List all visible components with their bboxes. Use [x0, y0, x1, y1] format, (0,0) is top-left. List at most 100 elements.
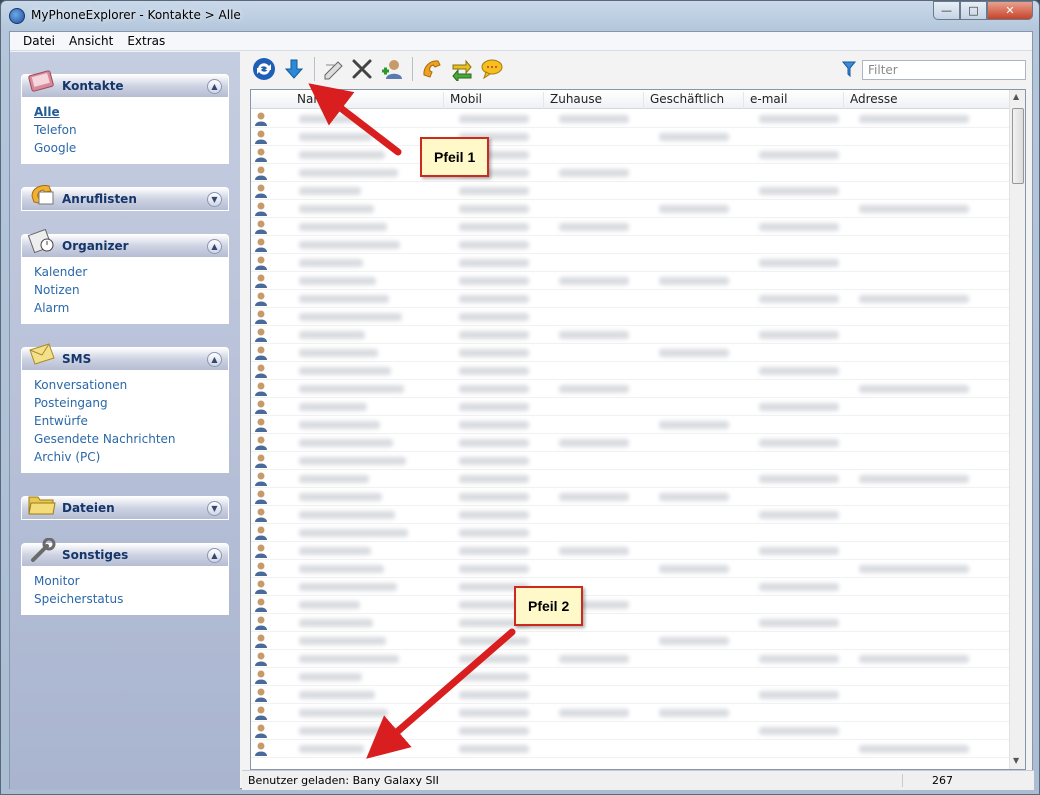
sidebar-item-alarm[interactable]: Alarm — [34, 299, 216, 317]
table-row[interactable] — [251, 362, 1011, 380]
sidebar-item-google[interactable]: Google — [34, 139, 216, 157]
column-header-adresse[interactable]: Adresse — [843, 92, 983, 109]
table-row[interactable] — [251, 524, 1011, 542]
sidebar-item-posteingang[interactable]: Posteingang — [34, 394, 216, 412]
table-row[interactable] — [251, 542, 1011, 560]
scroll-up-icon[interactable]: ▲ — [1013, 92, 1019, 101]
table-row[interactable] — [251, 704, 1011, 722]
panel-header-dateien[interactable]: Dateien ▼ — [21, 496, 229, 520]
chevron-down-icon[interactable]: ▼ — [207, 501, 222, 516]
sidebar-item-gesendete-nachrichten[interactable]: Gesendete Nachrichten — [34, 430, 216, 448]
table-row[interactable] — [251, 614, 1011, 632]
table-row[interactable] — [251, 506, 1011, 524]
table-row[interactable] — [251, 434, 1011, 452]
close-button[interactable]: ✕ — [987, 1, 1033, 20]
menu-ansicht[interactable]: Ansicht — [62, 32, 120, 50]
sidebar-item-kalender[interactable]: Kalender — [34, 263, 216, 281]
scroll-down-icon[interactable]: ▼ — [1013, 756, 1019, 765]
panel-header-kontakte[interactable]: Kontakte ▲ — [21, 70, 229, 98]
table-row[interactable] — [251, 740, 1011, 758]
table-row[interactable] — [251, 200, 1011, 218]
sidebar-item-archiv-pc[interactable]: Archiv (PC) — [34, 448, 216, 466]
table-row[interactable] — [251, 632, 1011, 650]
table-row[interactable] — [251, 308, 1011, 326]
table-row[interactable] — [251, 110, 1011, 128]
chevron-up-icon[interactable]: ▲ — [207, 79, 222, 94]
edit-icon[interactable] — [322, 57, 346, 81]
redacted-cell — [459, 241, 529, 249]
table-row[interactable] — [251, 578, 1011, 596]
table-row[interactable] — [251, 128, 1011, 146]
column-header-geschaeftlich[interactable]: Geschäftlich — [643, 92, 743, 109]
chevron-up-icon[interactable]: ▲ — [207, 352, 222, 367]
table-row[interactable] — [251, 146, 1011, 164]
redacted-cell — [759, 511, 839, 519]
panel-header-sms[interactable]: SMS ▲ — [21, 343, 229, 371]
scroll-thumb[interactable] — [1012, 108, 1024, 184]
contact-count: 267 — [902, 774, 972, 787]
table-row[interactable] — [251, 344, 1011, 362]
column-header-name[interactable]: Name — [291, 92, 441, 109]
chevron-up-icon[interactable]: ▲ — [207, 239, 222, 254]
table-row[interactable] — [251, 488, 1011, 506]
filter-input[interactable]: Filter — [862, 60, 1026, 80]
table-row[interactable] — [251, 272, 1011, 290]
sidebar-item-telefon[interactable]: Telefon — [34, 121, 216, 139]
download-arrow-icon[interactable] — [282, 57, 306, 81]
sidebar-item-monitor[interactable]: Monitor — [34, 572, 216, 590]
minimize-button[interactable]: — — [933, 1, 960, 20]
table-row[interactable] — [251, 164, 1011, 182]
table-row[interactable] — [251, 560, 1011, 578]
redacted-cell — [659, 133, 729, 141]
table-row[interactable] — [251, 380, 1011, 398]
table-row[interactable] — [251, 452, 1011, 470]
menu-datei[interactable]: Datei — [16, 32, 62, 50]
sidebar-item-konversationen[interactable]: Konversationen — [34, 376, 216, 394]
table-row[interactable] — [251, 470, 1011, 488]
table-row[interactable] — [251, 650, 1011, 668]
panel-header-anruflisten[interactable]: Anruflisten ▼ — [21, 185, 229, 211]
table-row[interactable] — [251, 254, 1011, 272]
table-row[interactable] — [251, 722, 1011, 740]
table-row[interactable] — [251, 290, 1011, 308]
panel-header-organizer[interactable]: Organizer ▲ — [21, 229, 229, 258]
delete-icon[interactable] — [350, 57, 374, 81]
table-row[interactable] — [251, 236, 1011, 254]
table-row[interactable] — [251, 218, 1011, 236]
table-row[interactable] — [251, 596, 1011, 614]
contact-icon — [255, 166, 267, 180]
contact-icon — [255, 598, 267, 612]
sidebar-item-alle[interactable]: Alle — [34, 103, 216, 121]
vertical-scrollbar[interactable]: ▲ ▼ — [1009, 90, 1025, 769]
redacted-cell — [659, 349, 729, 357]
sidebar-item-notizen[interactable]: Notizen — [34, 281, 216, 299]
contact-icon — [255, 238, 267, 252]
contact-icon — [255, 112, 267, 126]
chevron-down-icon[interactable]: ▼ — [207, 192, 222, 207]
redacted-cell — [459, 349, 529, 357]
table-row[interactable] — [251, 416, 1011, 434]
column-header-mobil[interactable]: Mobil — [443, 92, 543, 109]
table-row[interactable] — [251, 686, 1011, 704]
call-icon[interactable] — [420, 57, 444, 81]
redacted-cell — [859, 115, 969, 123]
message-icon[interactable] — [480, 57, 504, 81]
table-row[interactable] — [251, 398, 1011, 416]
table-row[interactable] — [251, 326, 1011, 344]
table-row[interactable] — [251, 182, 1011, 200]
panel-header-sonstiges[interactable]: Sonstiges ▲ — [21, 538, 229, 567]
redacted-cell — [559, 655, 629, 663]
maximize-button[interactable]: □ — [960, 1, 987, 20]
sidebar-item-entwuerfe[interactable]: Entwürfe — [34, 412, 216, 430]
table-row[interactable] — [251, 668, 1011, 686]
redacted-cell — [459, 655, 529, 663]
menu-extras[interactable]: Extras — [120, 32, 172, 50]
sidebar-item-speicherstatus[interactable]: Speicherstatus — [34, 590, 216, 608]
column-header-email[interactable]: e-mail — [743, 92, 843, 109]
chevron-up-icon[interactable]: ▲ — [207, 548, 222, 563]
sync-icon[interactable] — [450, 57, 474, 81]
add-contact-icon[interactable] — [380, 57, 404, 81]
redacted-cell — [299, 367, 391, 375]
column-header-zuhause[interactable]: Zuhause — [543, 92, 643, 109]
refresh-icon[interactable] — [252, 57, 276, 81]
